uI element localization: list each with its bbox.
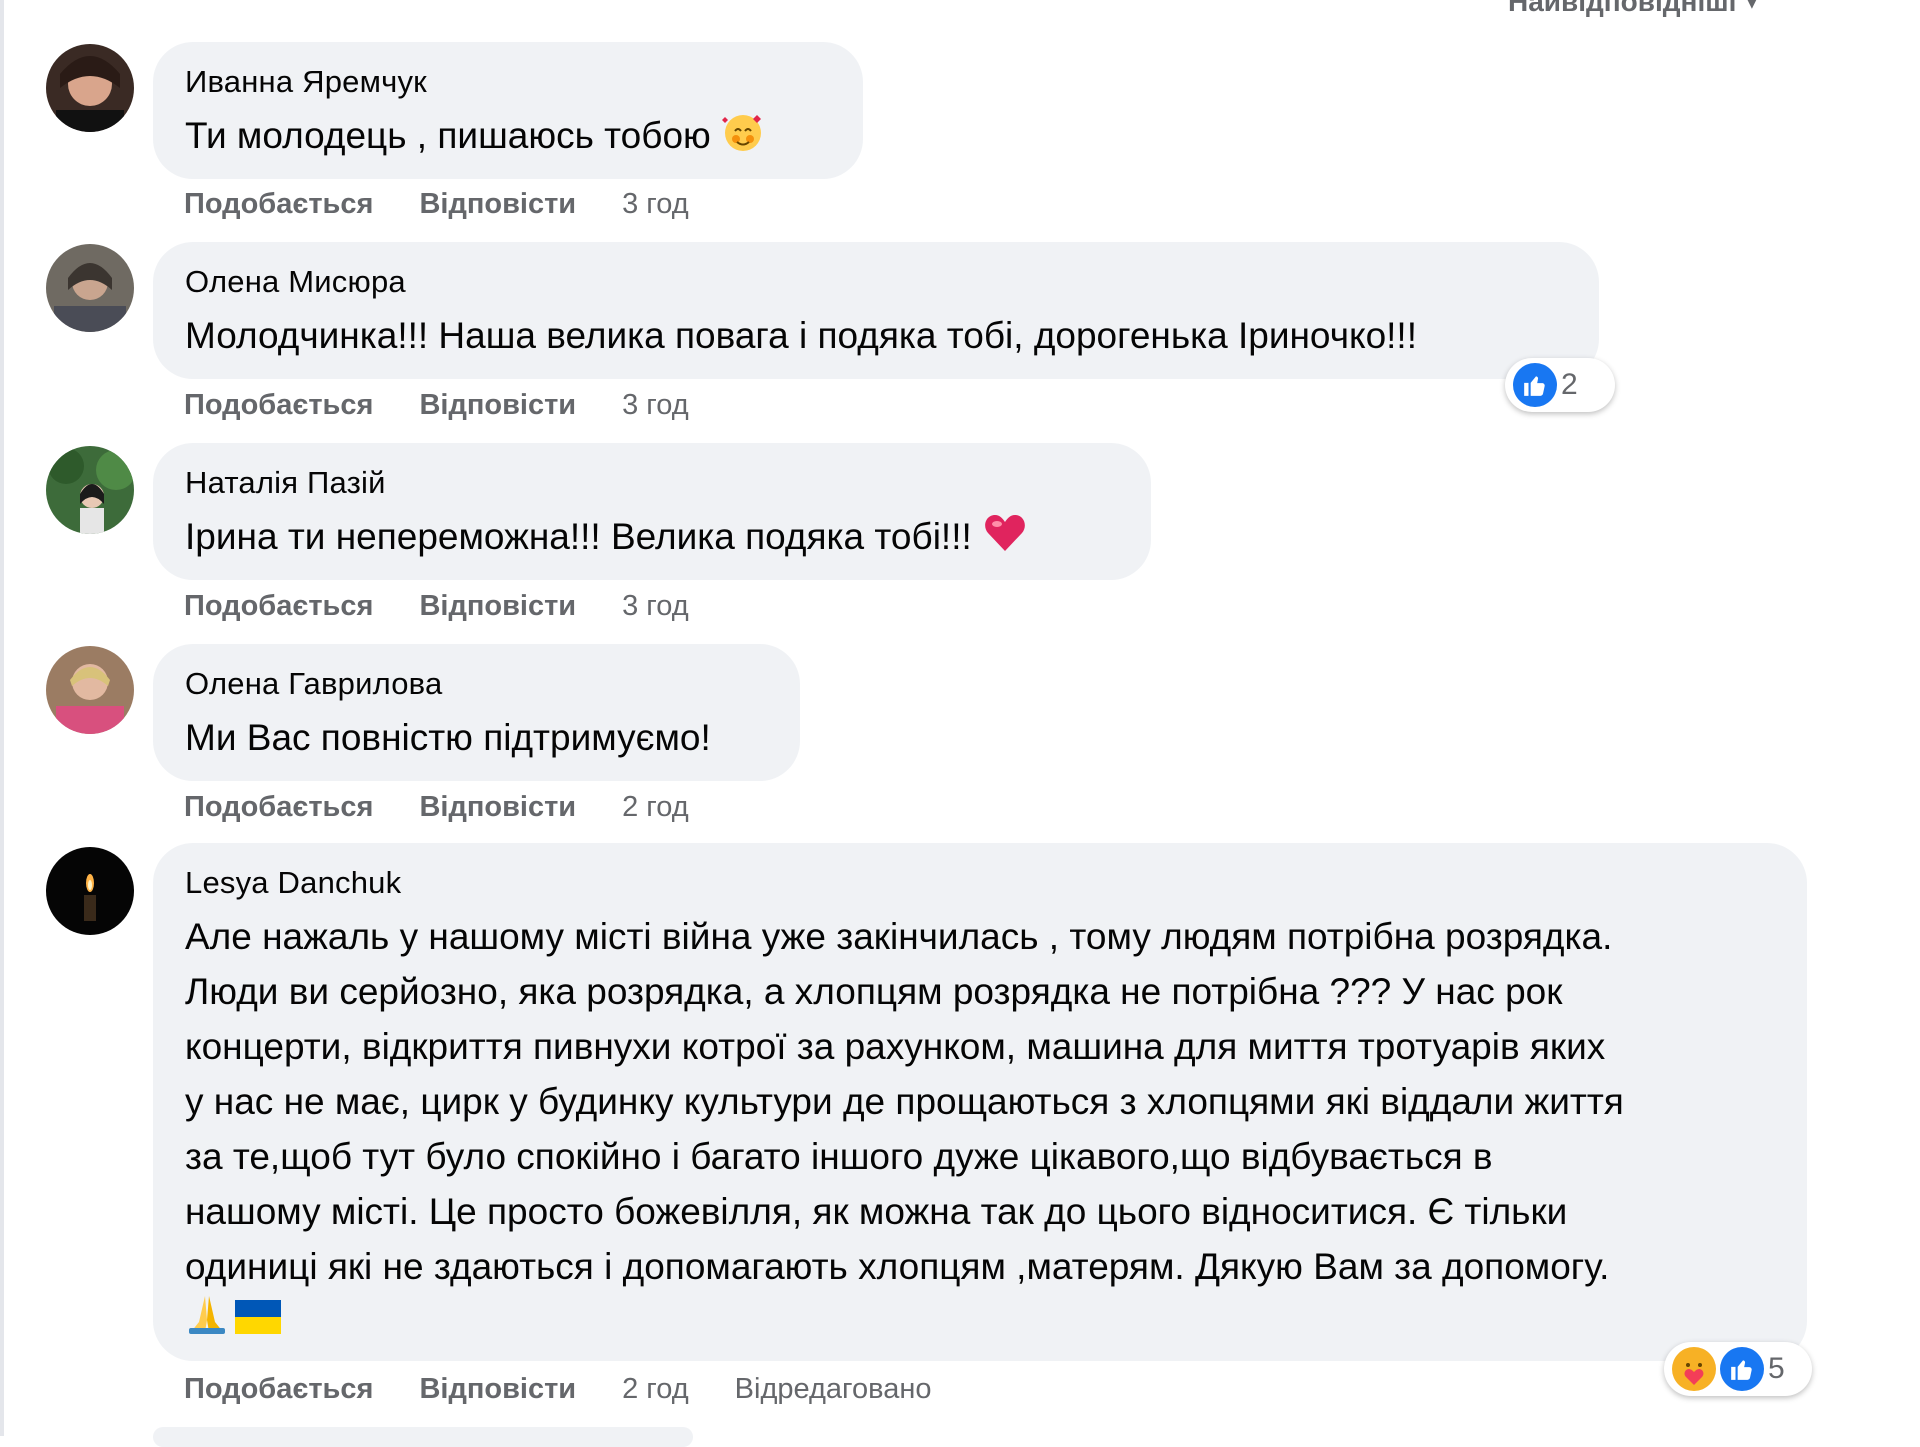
comment-text: Ми Вас повністю підтримуємо! [185, 717, 711, 758]
sort-dropdown[interactable]: Найвідповідніші ▾ [1508, 0, 1757, 18]
comment-text-line: одиниці які не здаються і допомагають хл… [185, 1246, 1610, 1287]
comment-text-body: Ти молодець , пишаюсь тобою [185, 115, 711, 156]
reply-button[interactable]: Відповісти [419, 1373, 576, 1406]
avatar[interactable] [46, 847, 134, 935]
comment-text-body: Ірина ти непереможна!!! Велика подяка то… [185, 516, 972, 557]
comment-author[interactable]: Lesya Danchuk [185, 865, 1775, 901]
comment-text-line: Люди ви серйозно, яка розрядка, а хлопця… [185, 971, 1563, 1012]
comment-actions: Подобається Відповісти 3 год [184, 590, 735, 623]
praying-hands-icon [185, 1292, 229, 1351]
sort-label: Найвідповідніші [1508, 0, 1737, 17]
comment-actions: Подобається Відповісти 2 год [184, 791, 735, 824]
care-reaction-icon [1672, 1347, 1716, 1391]
comment-author[interactable]: Иванна Яремчук [185, 64, 831, 100]
comment-text-line: за те,щоб тут було спокійно і багато інш… [185, 1136, 1493, 1177]
like-button[interactable]: Подобається [184, 590, 373, 623]
reaction-count: 2 [1561, 368, 1578, 401]
comment-author[interactable]: Олена Гаврилова [185, 666, 768, 702]
avatar[interactable] [46, 44, 134, 132]
reply-button[interactable]: Відповісти [419, 188, 576, 221]
comment-timestamp[interactable]: 2 год [622, 791, 689, 824]
avatar[interactable] [46, 446, 134, 534]
heart-icon [982, 511, 1028, 568]
comment-bubble: Lesya Danchuk Але нажаль у нашому місті … [153, 843, 1807, 1361]
comment-bubble: Олена Гаврилова Ми Вас повністю підтриму… [153, 644, 800, 781]
like-button[interactable]: Подобається [184, 389, 373, 422]
comment-text: Молодчинка!!! Наша велика повага і подяк… [185, 315, 1417, 356]
left-divider [0, 0, 4, 1436]
comment-actions: Подобається Відповісти 3 год [184, 188, 735, 221]
like-reaction-icon [1720, 1347, 1764, 1391]
reaction-count: 5 [1768, 1352, 1785, 1385]
comment-text: Але нажаль у нашому місті війна уже закі… [185, 909, 1775, 1349]
comment-emoji-line [185, 1294, 1775, 1349]
comment-bubble: Олена Мисюра Молодчинка!!! Наша велика п… [153, 242, 1599, 379]
like-reaction-icon [1513, 363, 1557, 407]
reaction-summary[interactable]: 5 [1664, 1342, 1812, 1396]
comment-actions: Подобається Відповісти 2 год Відредагова… [184, 1373, 931, 1406]
next-comment-bubble [153, 1427, 693, 1447]
chevron-down-icon: ▾ [1746, 0, 1758, 14]
reply-button[interactable]: Відповісти [419, 389, 576, 422]
smiling-face-with-hearts-icon [721, 109, 765, 168]
like-button[interactable]: Подобається [184, 1373, 373, 1406]
comment-actions: Подобається Відповісти 3 год [184, 389, 735, 422]
comment-timestamp[interactable]: 3 год [622, 590, 689, 623]
comment-text: Ти молодець , пишаюсь тобою [185, 108, 831, 168]
comment-timestamp[interactable]: 2 год [622, 1373, 689, 1406]
comment-author[interactable]: Наталія Пазій [185, 465, 1119, 501]
reply-button[interactable]: Відповісти [419, 791, 576, 824]
comment-timestamp[interactable]: 3 год [622, 389, 689, 422]
avatar[interactable] [46, 244, 134, 332]
comment-text: Ірина ти непереможна!!! Велика подяка то… [185, 509, 1119, 568]
comment-text-line: нашому місті. Це просто божевілля, як мо… [185, 1191, 1568, 1232]
comment-author[interactable]: Олена Мисюра [185, 264, 1567, 300]
reply-button[interactable]: Відповісти [419, 590, 576, 623]
ukraine-flag-icon [235, 1294, 281, 1349]
comment-text-line: у нас не має, цирк у будинку культури де… [185, 1081, 1624, 1122]
reaction-summary[interactable]: 2 [1505, 358, 1615, 412]
like-button[interactable]: Подобається [184, 188, 373, 221]
comment-text-line: концерти, відкриття пивнухи котрої за ра… [185, 1026, 1606, 1067]
comment-timestamp[interactable]: 3 год [622, 188, 689, 221]
like-button[interactable]: Подобається [184, 791, 373, 824]
comment-text-line: Але нажаль у нашому місті війна уже закі… [185, 916, 1613, 957]
comment-bubble: Иванна Яремчук Ти молодець , пишаюсь тоб… [153, 42, 863, 179]
comment-bubble: Наталія Пазій Ірина ти непереможна!!! Ве… [153, 443, 1151, 580]
edited-label[interactable]: Відредаговано [735, 1373, 932, 1406]
avatar[interactable] [46, 646, 134, 734]
